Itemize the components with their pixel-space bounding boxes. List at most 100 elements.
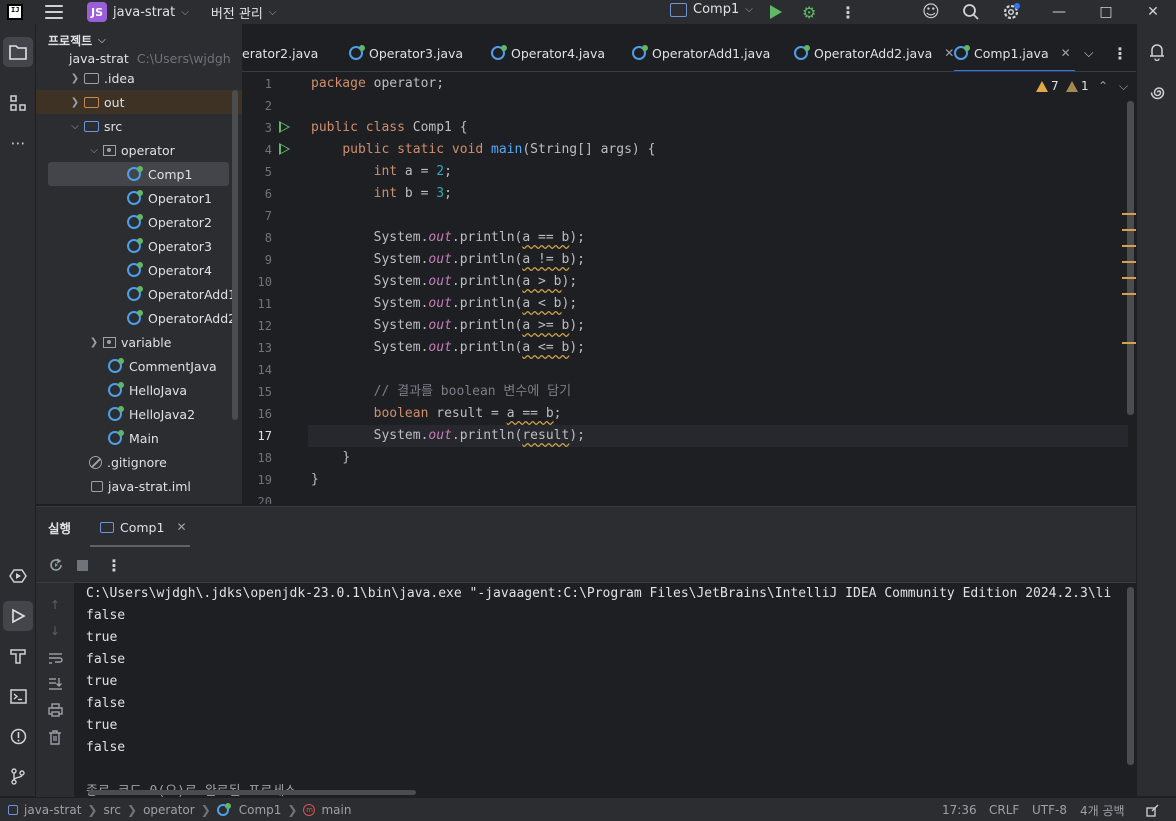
tree-item-operatoradd1[interactable]: OperatorAdd1 [36, 282, 242, 306]
tree-item-out[interactable]: ❯ out [36, 90, 242, 114]
stop-button[interactable] [74, 557, 90, 573]
run-more-button[interactable]: ⋮ [106, 556, 122, 575]
file-encoding[interactable]: UTF-8 [1032, 798, 1067, 821]
rerun-button[interactable] [48, 557, 64, 573]
tree-item-src[interactable]: ⌵ src [36, 114, 242, 138]
tree-item-label: HelloJava2 [129, 406, 196, 422]
scroll-down-button[interactable]: ↓ [47, 623, 63, 639]
tab-label: OperatorAdd2.java [814, 45, 933, 61]
tab-operatoradd2[interactable]: OperatorAdd2.java ✕ [794, 34, 954, 71]
close-icon[interactable]: ✕ [1061, 46, 1071, 60]
close-icon[interactable]: ✕ [176, 520, 186, 534]
maximize-button[interactable]: □ [1083, 0, 1129, 24]
more-vertical-icon: ⋮ [840, 2, 856, 22]
next-highlight-button[interactable]: ⌵ [1119, 79, 1128, 94]
tree-item-main[interactable]: Main [36, 426, 242, 450]
problems-tool-button[interactable] [3, 721, 33, 751]
breadcrumb-item[interactable]: src [103, 803, 121, 817]
project-selector[interactable]: JS java-strat ⌵ [87, 2, 189, 22]
run-button[interactable] [770, 0, 782, 24]
tab-operator4[interactable]: Operator4.java [491, 34, 605, 71]
tree-item-operator[interactable]: ⌵ operator [36, 138, 242, 162]
tab-comp1[interactable]: Comp1.java ✕ [954, 34, 1075, 71]
weak-warnings-indicator[interactable]: 1 [1066, 79, 1089, 93]
console-output[interactable]: C:\Users\wjdgh\.jdks\openjdk-23.0.1\bin\… [86, 583, 1131, 797]
close-icon: ✕ [1147, 4, 1159, 20]
minimize-button[interactable]: — [1036, 0, 1082, 24]
main-menu-icon[interactable] [45, 5, 63, 19]
caret-position[interactable]: 17:36 [942, 798, 977, 821]
warning-stripe-marker[interactable] [1122, 277, 1136, 279]
structure-tool-button[interactable] [3, 88, 33, 118]
editor-scrollbar[interactable] [1127, 101, 1134, 415]
tree-item-operatoradd2[interactable]: OperatorAdd2 [36, 306, 242, 330]
tab-operatoradd1[interactable]: OperatorAdd1.java [632, 34, 770, 71]
breadcrumb-item[interactable]: main [321, 803, 351, 817]
tree-item-operator1[interactable]: Operator1 [36, 186, 242, 210]
soft-wrap-button[interactable] [47, 650, 63, 666]
notifications-button[interactable] [1142, 37, 1172, 67]
console-horizontal-scrollbar[interactable] [88, 790, 416, 795]
breadcrumb: java-strat ❯ src ❯ operator ❯ Comp1 ❯ m … [8, 802, 351, 817]
console-vertical-scrollbar[interactable] [1127, 587, 1134, 765]
tree-item-commentjava[interactable]: CommentJava [36, 354, 242, 378]
run-tool-button[interactable] [3, 601, 33, 631]
tree-item-operator4[interactable]: Operator4 [36, 258, 242, 282]
tabs-overflow-button[interactable]: ⌵ [1084, 34, 1093, 71]
tree-item-operator3[interactable]: Operator3 [36, 234, 242, 258]
warning-stripe-marker[interactable] [1122, 342, 1136, 344]
breadcrumb-item[interactable]: Comp1 [239, 803, 282, 817]
more-actions-button[interactable]: ⋮ [840, 0, 856, 24]
chevron-down-icon: ⌵ [745, 4, 753, 15]
tab-operator3[interactable]: Operator3.java [349, 34, 463, 71]
readonly-toggle[interactable] [1146, 798, 1159, 821]
warning-stripe-marker[interactable] [1122, 293, 1136, 295]
warning-stripe-marker[interactable] [1122, 245, 1136, 247]
close-window-button[interactable]: ✕ [1130, 0, 1176, 24]
services-tool-button[interactable] [3, 561, 33, 591]
git-tool-button[interactable] [3, 761, 33, 791]
warning-stripe-marker[interactable] [1122, 229, 1136, 231]
tree-item-iml[interactable]: java-strat.iml [36, 474, 242, 498]
warning-stripe-marker[interactable] [1122, 213, 1136, 215]
code-line-17: System.out.println(result); [373, 428, 585, 443]
project-scrollbar[interactable] [232, 90, 238, 420]
tab-operator2[interactable]: erator2.java [242, 34, 318, 71]
search-button[interactable] [962, 0, 980, 24]
tree-item-variable[interactable]: ❯ variable [36, 330, 242, 354]
run-main-gutter-icon[interactable] [279, 143, 290, 155]
tree-item-hellojava[interactable]: HelloJava [36, 378, 242, 402]
breadcrumb-item[interactable]: operator [143, 803, 195, 817]
line-separator[interactable]: CRLF [989, 798, 1019, 821]
run-tab-comp1[interactable]: Comp1 ✕ [90, 507, 190, 547]
code-editor[interactable]: 1 2 3 4 5 6 7 8 9 10 11 12 13 14 15 16 1… [242, 73, 1136, 504]
terminal-tool-button[interactable] [3, 681, 33, 711]
tree-item-operator2[interactable]: Operator2 [36, 210, 242, 234]
close-icon[interactable]: ✕ [944, 46, 954, 60]
scroll-up-button[interactable]: ↑ [47, 597, 63, 613]
warnings-indicator[interactable]: 7 [1036, 79, 1059, 93]
vcs-menu[interactable]: 버전 관리 ⌵ [211, 3, 277, 22]
project-tool-button[interactable] [3, 37, 33, 67]
scroll-to-end-button[interactable] [47, 676, 63, 692]
warning-stripe-marker[interactable] [1122, 261, 1136, 263]
tree-item-idea[interactable]: ❯ .idea [36, 66, 242, 90]
tree-item-comp1[interactable]: Comp1 [48, 162, 229, 186]
clear-console-button[interactable] [47, 729, 63, 745]
build-tool-button[interactable] [3, 641, 33, 671]
add-user-button[interactable]: ☺ [922, 0, 940, 24]
settings-button[interactable] [1002, 0, 1020, 24]
breadcrumb-item[interactable]: java-strat [24, 803, 81, 817]
ai-assistant-button[interactable] [1142, 77, 1172, 107]
indent-setting[interactable]: 4개 공백 [1080, 798, 1125, 821]
more-tools-button[interactable]: ⋯ [3, 128, 33, 158]
tree-item-hellojava2[interactable]: HelloJava2 [36, 402, 242, 426]
tree-item-label: out [104, 94, 125, 110]
run-class-gutter-icon[interactable] [279, 121, 290, 133]
run-config-selector[interactable]: Comp1 ⌵ [670, 2, 753, 17]
print-button[interactable] [47, 702, 63, 718]
debug-button[interactable]: ⚙ [802, 0, 816, 24]
tabs-more-button[interactable]: ⋮ [1112, 34, 1128, 71]
tree-item-gitignore[interactable]: .gitignore [36, 450, 242, 474]
prev-highlight-button[interactable]: ⌃ [1098, 79, 1108, 93]
